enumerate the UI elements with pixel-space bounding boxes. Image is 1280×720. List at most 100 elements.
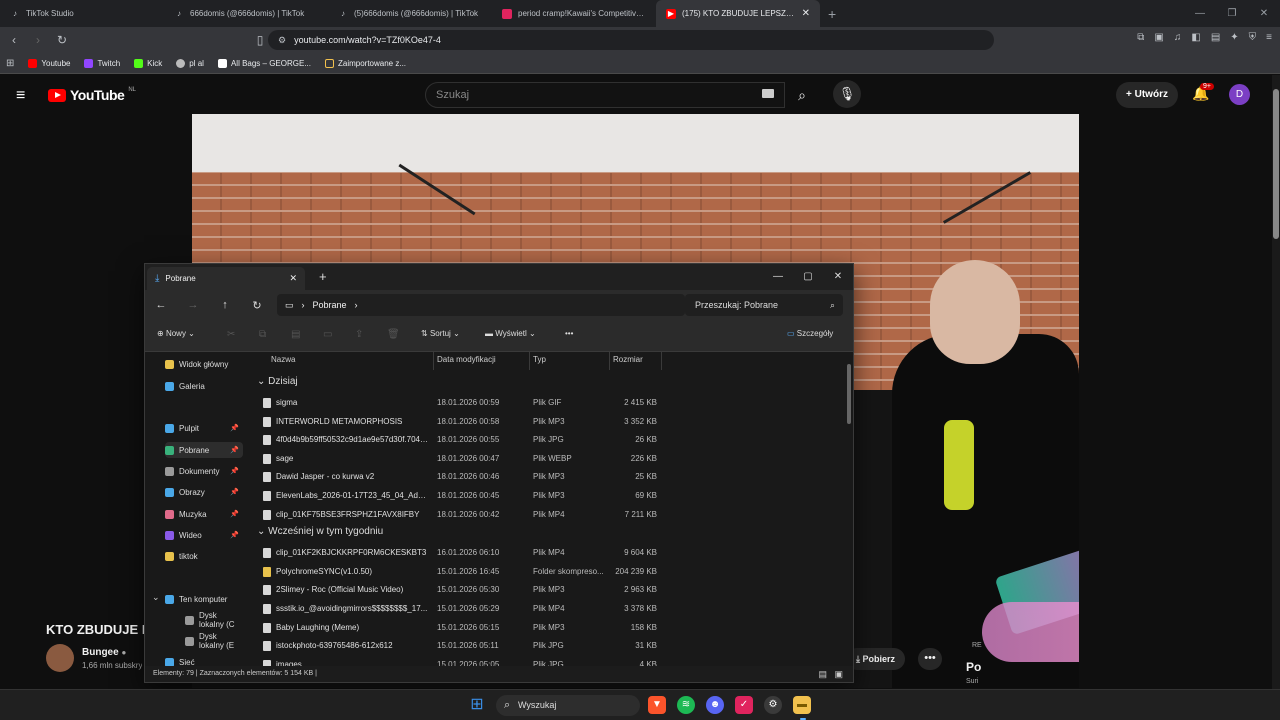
sidebar-item[interactable]: Pobrane 📌 — [165, 442, 243, 458]
back-icon[interactable]: ← — [145, 299, 177, 311]
forward-icon[interactable]: › — [28, 33, 48, 47]
url-field[interactable]: ⚙ youtube.com/watch?v=TZf0KOe47-4 — [268, 30, 994, 50]
file-row[interactable]: ssstik.io_@avoidingmirrors$$$$$$$$_17...… — [263, 600, 853, 618]
file-row[interactable]: sigma 18.01.2026 00:59 Plik GIF 2 415 KB — [263, 394, 853, 412]
recommendation-title[interactable]: Po — [966, 660, 981, 674]
copy-icon[interactable]: ⧉ — [259, 329, 266, 340]
sidebar-icon[interactable]: ▣ — [1154, 32, 1163, 43]
explorer-scrollbar[interactable] — [847, 364, 851, 424]
page-scrollbar[interactable] — [1272, 75, 1280, 720]
search-input[interactable]: Szukaj — [425, 82, 785, 108]
browser-tab[interactable]: ♪ 666domis (@666domis) | TikTok — [164, 0, 328, 27]
view-button[interactable]: ▬ Wyświetl ⌄ — [485, 329, 536, 338]
steam-icon[interactable]: ⚙ — [764, 696, 782, 714]
new-tab-button[interactable]: + — [319, 269, 327, 284]
bookmark-item[interactable]: Youtube — [28, 58, 70, 68]
browser-tab[interactable]: period cramp!Kawaii's Competitive M — [492, 0, 656, 27]
discord-icon[interactable]: ☻ — [706, 696, 724, 714]
file-row[interactable]: sage 18.01.2026 00:47 Plik WEBP 226 KB — [263, 450, 853, 468]
more-actions-button[interactable]: ••• — [918, 648, 942, 670]
file-row[interactable]: istockphoto-639765486-612x612 15.01.2026 … — [263, 637, 853, 655]
sidebar-item[interactable]: Dokumenty 📌 — [165, 463, 243, 479]
file-row[interactable]: INTERWORLD METAMORPHOSIS 18.01.2026 00:58… — [263, 413, 853, 431]
create-button[interactable]: + Utwórz — [1116, 82, 1178, 108]
file-row[interactable]: clip_01KF75BSE3FRSPHZ1FAVX8IFBY 18.01.202… — [263, 506, 853, 524]
sidebar-item[interactable]: Ten komputer — [165, 591, 243, 607]
sidebar-item[interactable]: Obrazy 📌 — [165, 484, 243, 500]
sidebar-item[interactable]: Dysk lokalny (E — [185, 632, 243, 650]
back-icon[interactable]: ‹ — [4, 33, 24, 47]
column-header-date[interactable]: Data modyfikacji — [437, 355, 496, 364]
file-explorer-icon[interactable]: ▬ — [793, 696, 811, 714]
start-icon[interactable]: ⊞ — [468, 696, 486, 714]
browser-tab[interactable]: ♪ TikTok Studio — [0, 0, 164, 27]
breadcrumb[interactable]: ▭ › Pobrane › — [277, 294, 685, 316]
bookmark-item[interactable]: Kick — [134, 58, 162, 68]
explorer-search-input[interactable]: Przeszukaj: Pobrane ⌕ — [685, 294, 843, 316]
maximize-icon[interactable]: ❐ — [1216, 0, 1248, 27]
sidebar-item[interactable]: Muzyka 📌 — [165, 506, 243, 522]
browser-tab[interactable]: ♪ (5)666domis (@666domis) | TikTok — [328, 0, 492, 27]
taskbar-search[interactable]: Wyszukaj — [496, 695, 640, 716]
details-button[interactable]: ▭ Szczegóły — [787, 329, 833, 338]
scroll-thumb[interactable] — [1273, 89, 1279, 239]
bookmark-item[interactable]: All Bags – GEORGE... — [217, 58, 311, 68]
chevron-down-icon[interactable]: ⌄ — [152, 592, 160, 603]
sidebar-item[interactable]: Wideo 📌 — [165, 527, 243, 543]
new-button[interactable]: ⊕ Nowy ⌄ — [157, 329, 195, 338]
site-info-icon[interactable]: ⚙ — [278, 35, 286, 46]
new-tab-button[interactable]: + — [820, 6, 844, 22]
minimize-icon[interactable]: — — [1184, 0, 1216, 27]
channel-avatar[interactable] — [46, 644, 74, 672]
file-row[interactable]: Dawid Jasper - co kurwa v2 18.01.2026 00:… — [263, 468, 853, 486]
music-icon[interactable]: ♫ — [1174, 32, 1182, 43]
app-red-icon[interactable]: ✓ — [735, 696, 753, 714]
group-header[interactable]: ⌄ Wcześniej w tym tygodniu — [257, 526, 383, 537]
file-row[interactable]: 2Slimey - Roc (Official Music Video) 15.0… — [263, 581, 853, 599]
sidebar-item[interactable]: tiktok — [165, 548, 243, 564]
details-view-icon[interactable]: ▤ — [818, 666, 827, 682]
sidebar-item[interactable]: Dysk lokalny (C — [185, 611, 243, 629]
sidebar-item[interactable]: Pulpit 📌 — [165, 420, 243, 436]
refresh-icon[interactable]: ↻ — [241, 299, 273, 312]
column-header-size[interactable]: Rozmiar — [613, 355, 643, 364]
cut-icon[interactable]: ✂ — [227, 329, 235, 340]
extension-icon[interactable]: ⧉ — [1137, 32, 1144, 43]
delete-icon[interactable]: 🗑 — [387, 329, 400, 340]
apps-icon[interactable]: ⊞ — [6, 58, 14, 69]
column-header-name[interactable]: Nazwa — [271, 355, 295, 364]
file-row[interactable]: clip_01KF2KBJCKKRPF0RM6CKESKBT3 16.01.202… — [263, 544, 853, 562]
group-header[interactable]: ⌄ Dzisiaj — [257, 376, 298, 387]
sort-button[interactable]: ⇅ Sortuj ⌄ — [421, 329, 460, 338]
close-icon[interactable]: ✕ — [823, 264, 853, 290]
wallet-icon[interactable]: ▤ — [1211, 32, 1220, 43]
file-row[interactable]: 4f0d4b9b59ff50532c9d1ae9e57d30f.704x... 1… — [263, 431, 853, 449]
up-icon[interactable]: ↑ — [209, 299, 241, 311]
file-row[interactable]: PolychromeSYNC(v1.0.50) 15.01.2026 16:45 F… — [263, 563, 853, 581]
reading-icon[interactable]: ◧ — [1191, 32, 1200, 43]
brave-icon[interactable]: ▼ — [648, 696, 666, 714]
microphone-icon[interactable]: 🎙 — [833, 80, 861, 108]
reload-icon[interactable]: ↻ — [52, 33, 72, 47]
hamburger-menu-icon[interactable]: ≡ — [16, 87, 25, 105]
maximize-icon[interactable]: ▢ — [793, 264, 823, 290]
bookmark-icon[interactable]: ▯ — [250, 33, 270, 47]
close-tab-icon[interactable]: ✕ — [802, 8, 810, 19]
download-button[interactable]: ⤓ Pobierz — [846, 648, 906, 670]
channel-name[interactable]: Bungee ● — [82, 647, 126, 658]
minimize-icon[interactable]: — — [763, 264, 793, 290]
browser-tab-active[interactable]: ▶ (175) KTO ZBUDUJE LEPSZY S ✕ — [656, 0, 820, 27]
keyboard-icon[interactable] — [762, 89, 774, 98]
rename-icon[interactable]: ▭ — [323, 329, 332, 340]
explorer-tab[interactable]: ⤓ Pobrane ✕ — [147, 267, 305, 290]
more-options-button[interactable]: ••• — [565, 329, 573, 338]
file-row[interactable]: Baby Laughing (Meme) 15.01.2026 05:15 Plik… — [263, 619, 853, 637]
share-icon[interactable]: ⇪ — [355, 329, 363, 340]
spotify-icon[interactable]: ≋ — [677, 696, 695, 714]
menu-icon[interactable]: ≡ — [1266, 32, 1272, 43]
sidebar-item[interactable]: Galeria — [165, 378, 243, 394]
youtube-logo[interactable]: YouTube NL — [48, 87, 136, 103]
close-tab-icon[interactable]: ✕ — [289, 273, 297, 284]
search-icon[interactable]: ⌕ — [786, 82, 818, 108]
close-icon[interactable]: ✕ — [1248, 0, 1280, 27]
